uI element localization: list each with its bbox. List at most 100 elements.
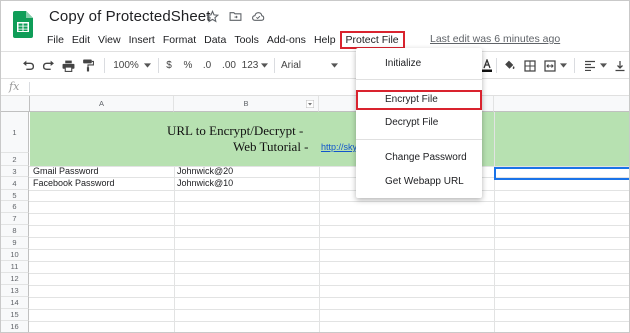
column-header-d[interactable] [494,96,629,112]
toolbar: 100% $ % .0 .00 123 Arial [1,51,629,79]
select-all-corner[interactable] [1,96,30,112]
toolbar-divider [104,58,105,73]
menu-insert[interactable]: Insert [125,32,159,48]
menu-data[interactable]: Data [200,32,230,48]
gridline [29,297,629,298]
font-select[interactable]: Arial [281,57,351,74]
fx-icon: fx [9,80,20,93]
chevron-down-icon [143,63,151,68]
percent-format-button[interactable]: % [181,57,195,74]
url-link[interactable]: http://sky [321,142,357,152]
gridline [494,112,495,332]
row-header[interactable]: 4 [1,177,29,190]
row-header[interactable]: 15 [1,309,29,321]
last-edit-link[interactable]: Last edit was 6 minutes ago [430,33,560,45]
row-header[interactable]: 10 [1,249,29,261]
cell-b4[interactable]: Johnwick@10 [177,178,233,189]
star-icon[interactable] [205,9,219,23]
fill-color-icon[interactable] [502,57,516,74]
gridline [29,213,629,214]
cell-a4[interactable]: Facebook Password [33,178,115,189]
menu-view[interactable]: View [94,32,125,48]
merge-cells-icon[interactable] [543,57,557,74]
zoom-value: 100% [113,60,139,71]
column-b-label: B [243,99,249,108]
row-header[interactable]: 16 [1,321,29,332]
undo-icon[interactable] [21,57,35,74]
print-icon[interactable] [61,57,75,74]
gridline [29,249,629,250]
menu-item-encrypt-file[interactable]: Encrypt File [356,90,482,110]
text-color-icon[interactable] [482,57,492,74]
menu-addons[interactable]: Add-ons [263,32,310,48]
selected-cell[interactable] [494,167,629,180]
gridline [29,309,629,310]
zoom-select[interactable]: 100% [110,57,154,74]
gridline [29,321,629,322]
row-header[interactable]: 1 [1,112,29,153]
menu-item-initialize[interactable]: Initialize [356,54,482,74]
menu-format[interactable]: Format [159,32,200,48]
gridline [319,166,320,332]
increase-decimal-button[interactable]: .00 [219,57,239,74]
protect-file-menu: Initialize Encrypt File Decrypt File Cha… [356,48,482,198]
toolbar-divider [574,58,575,73]
row-header[interactable]: 12 [1,273,29,285]
gridline [174,166,175,332]
column-header-b[interactable]: B [174,96,319,112]
row-header[interactable]: 2 [1,153,29,166]
currency-format-button[interactable]: $ [162,57,176,74]
chevron-down-icon[interactable] [599,57,607,74]
decrease-decimal-button[interactable]: .0 [199,57,215,74]
title-icons [205,9,265,23]
row-header[interactable]: 3 [1,166,29,177]
sheets-logo-icon[interactable] [13,11,33,38]
row-header[interactable]: 14 [1,297,29,309]
gridline [29,190,629,191]
filter-icon[interactable] [306,100,314,108]
increase-decimal-label: .00 [222,60,236,71]
more-formats-label: 123 [241,60,259,71]
menu-file[interactable]: File [43,32,68,48]
menu-protect-file[interactable]: Protect File [339,31,405,49]
menu-item-change-password[interactable]: Change Password [356,148,482,168]
row-header[interactable]: 6 [1,201,29,213]
gridline [29,285,629,286]
menu-edit[interactable]: Edit [68,32,94,48]
app-window: Copy of ProtectedSheet File Edit View In… [0,0,630,333]
move-folder-icon[interactable] [228,9,242,23]
menu-item-get-webapp-url[interactable]: Get Webapp URL [356,172,482,192]
row-header[interactable]: 7 [1,213,29,225]
column-header-a[interactable]: A [30,96,174,112]
borders-icon[interactable] [523,57,537,74]
document-title[interactable]: Copy of ProtectedSheet [49,8,210,25]
formula-divider [29,82,30,93]
cell-b3[interactable]: Johnwick@20 [177,166,233,177]
menu-help[interactable]: Help [310,32,340,48]
row-header[interactable]: 11 [1,261,29,273]
merged-header-cell[interactable] [30,112,629,166]
row-header[interactable]: 8 [1,225,29,237]
chevron-down-icon[interactable] [559,57,567,74]
redo-icon[interactable] [41,57,55,74]
gridline [29,273,629,274]
menu-divider [356,139,482,140]
paint-format-icon[interactable] [81,57,95,74]
formula-bar[interactable]: fx [1,79,629,96]
merged-text-line1: URL to Encrypt/Decrypt - [167,123,304,138]
menubar: File Edit View Insert Format Data Tools … [43,31,405,49]
vertical-align-icon[interactable] [613,57,627,74]
menu-item-decrypt-file[interactable]: Decrypt File [356,113,482,133]
spreadsheet-grid[interactable]: A B 1 2 3 4 5 6 7 8 9 10 11 12 13 14 15 … [1,96,629,332]
row-header[interactable]: 9 [1,237,29,249]
menu-tools[interactable]: Tools [230,32,263,48]
horizontal-align-icon[interactable] [583,57,597,74]
row-header[interactable]: 13 [1,285,29,297]
cloud-status-icon[interactable] [251,9,265,23]
gridline [29,261,629,262]
row-header[interactable]: 5 [1,190,29,201]
gridline [29,237,629,238]
cell-a3[interactable]: Gmail Password [33,166,99,177]
toolbar-divider [496,58,497,73]
more-formats-button[interactable]: 123 [241,57,269,74]
